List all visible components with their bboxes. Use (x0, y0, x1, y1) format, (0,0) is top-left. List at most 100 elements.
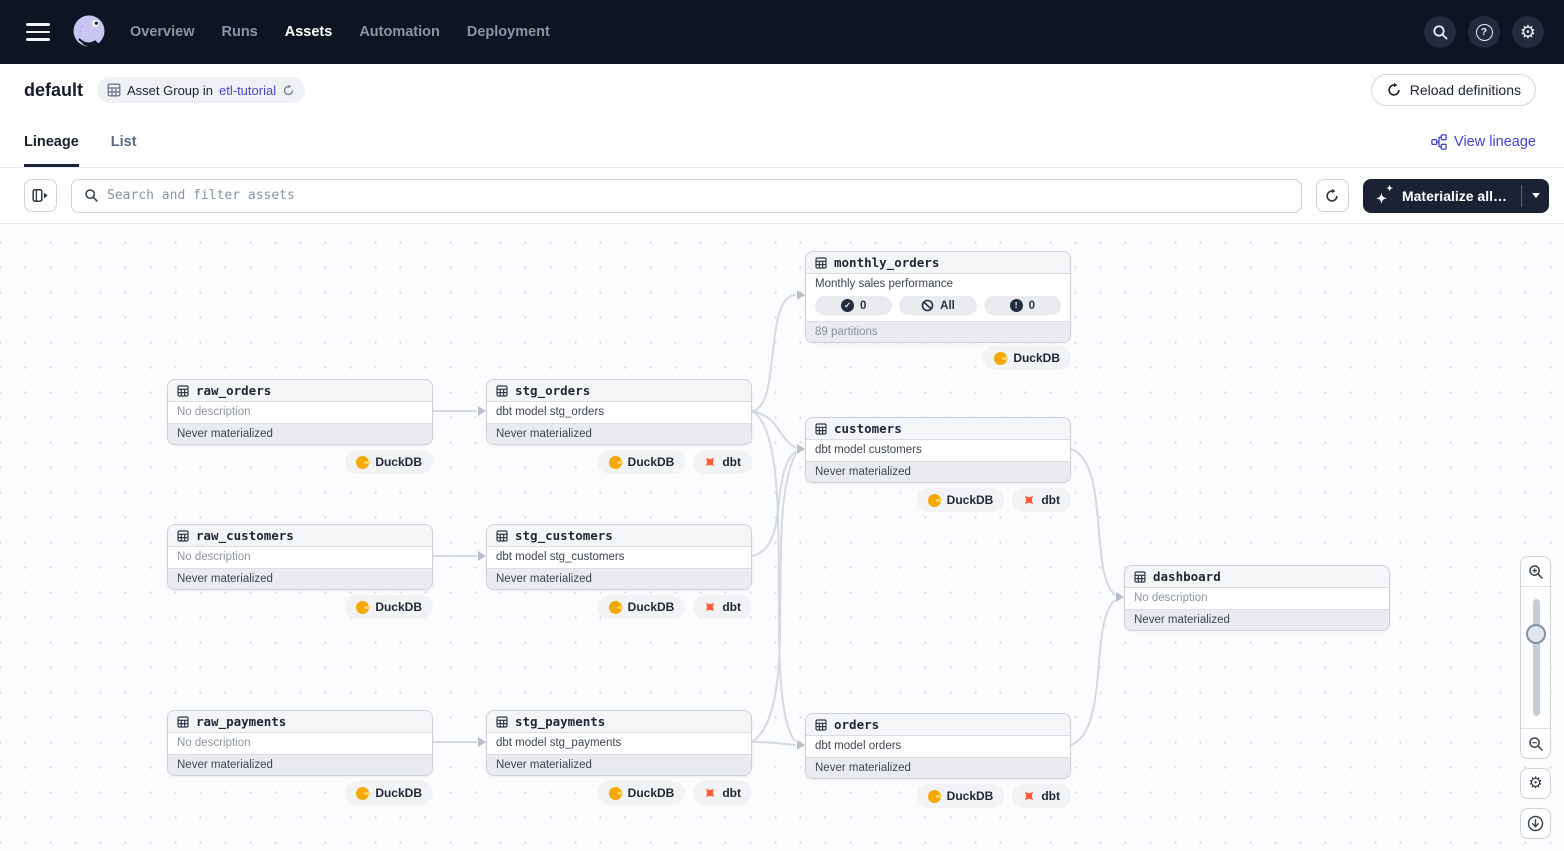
duckdb-badge[interactable]: DuckDB (598, 781, 686, 805)
duckdb-badge[interactable]: DuckDB (345, 450, 433, 474)
reload-definitions-button[interactable]: Reload definitions (1371, 74, 1536, 106)
dbt-icon (1023, 790, 1035, 802)
asset-badges: DuckDB dbt (486, 595, 752, 619)
duckdb-icon (928, 494, 941, 507)
asset-node-monthly-orders[interactable]: monthly_orders Monthly sales performance… (805, 251, 1071, 343)
view-lineage-link[interactable]: View lineage (1431, 134, 1536, 150)
nav-item-runs[interactable]: Runs (222, 24, 258, 40)
nav-item-deployment[interactable]: Deployment (467, 24, 550, 40)
asset-description: No description (168, 733, 432, 754)
graph-settings-button[interactable]: ⚙ (1520, 768, 1551, 799)
materialized-count-pill[interactable]: ✓ 0 (815, 296, 892, 315)
search-input[interactable] (107, 188, 1289, 203)
asset-status: Never materialized (1125, 609, 1389, 630)
duckdb-icon (609, 456, 622, 469)
refresh-icon (1324, 188, 1340, 204)
materialize-options-button[interactable] (1522, 179, 1549, 213)
asset-badges: DuckDB dbt (486, 450, 752, 474)
asset-description: No description (1125, 588, 1389, 609)
table-icon (496, 385, 508, 397)
duckdb-badge[interactable]: DuckDB (598, 450, 686, 474)
dbt-badge[interactable]: dbt (1012, 784, 1071, 808)
dbt-badge[interactable]: dbt (693, 781, 752, 805)
dbt-icon (1023, 494, 1035, 506)
table-icon (496, 530, 508, 542)
dagster-logo-icon[interactable] (70, 13, 108, 51)
dbt-icon (704, 456, 716, 468)
nav-item-assets[interactable]: Assets (285, 24, 333, 40)
asset-node-stg-customers[interactable]: stg_customers dbt model stg_customers Ne… (486, 524, 752, 590)
tab-lineage[interactable]: Lineage (24, 116, 79, 167)
missing-partitions-pill[interactable]: All (899, 296, 976, 315)
asset-name: monthly_orders (834, 255, 939, 270)
slash-circle-icon (921, 299, 934, 312)
nav-item-overview[interactable]: Overview (130, 24, 195, 40)
asset-node-customers[interactable]: customers dbt model customers Never mate… (805, 417, 1071, 483)
zoom-slider-handle[interactable] (1526, 624, 1546, 644)
dbt-badge[interactable]: dbt (693, 595, 752, 619)
asset-node-raw-orders[interactable]: raw_orders No description Never material… (167, 379, 433, 445)
top-nav-bar: Overview Runs Assets Automation Deployme… (0, 0, 1564, 64)
asset-status: Never materialized (806, 757, 1070, 778)
zoom-out-button[interactable] (1521, 728, 1550, 758)
asset-description: No description (168, 402, 432, 423)
table-icon (1134, 571, 1146, 583)
duckdb-badge[interactable]: DuckDB (983, 346, 1071, 370)
refresh-graph-button[interactable] (1316, 179, 1349, 212)
asset-badges: DuckDB (167, 450, 433, 474)
asset-description: dbt model orders (806, 736, 1070, 757)
asset-status: 89 partitions (806, 321, 1070, 342)
duckdb-badge[interactable]: DuckDB (345, 781, 433, 805)
reload-icon (1386, 82, 1402, 98)
asset-node-orders[interactable]: orders dbt model orders Never materializ… (805, 713, 1071, 779)
hamburger-menu-icon[interactable] (26, 23, 50, 41)
help-button[interactable]: ? (1468, 16, 1500, 48)
sparkles-icon: ✦✦ (1376, 187, 1393, 204)
asset-status: Never materialized (487, 423, 751, 444)
zoom-slider-track[interactable] (1533, 599, 1540, 716)
duckdb-badge[interactable]: DuckDB (917, 784, 1005, 808)
asset-badges: DuckDB dbt (805, 488, 1071, 512)
asset-description: dbt model stg_customers (487, 547, 751, 568)
duckdb-icon (928, 790, 941, 803)
check-circle-icon: ✓ (841, 299, 854, 312)
table-icon (496, 716, 508, 728)
lineage-canvas[interactable]: raw_orders No description Never material… (0, 224, 1564, 851)
table-icon (177, 385, 189, 397)
asset-node-raw-customers[interactable]: raw_customers No description Never mater… (167, 524, 433, 590)
duckdb-badge[interactable]: DuckDB (345, 595, 433, 619)
asset-node-stg-payments[interactable]: stg_payments dbt model stg_payments Neve… (486, 710, 752, 776)
code-location-link[interactable]: etl-tutorial (219, 83, 276, 98)
nav-item-automation[interactable]: Automation (359, 24, 440, 40)
edge (752, 295, 796, 411)
asset-node-stg-orders[interactable]: stg_orders dbt model stg_orders Never ma… (486, 379, 752, 445)
download-circle-icon (1527, 815, 1544, 832)
duckdb-icon (994, 352, 1007, 365)
materialize-all-button[interactable]: ✦✦ Materialize all… (1363, 179, 1521, 213)
toggle-sidebar-button[interactable] (24, 179, 57, 212)
zoom-in-button[interactable] (1521, 557, 1550, 587)
duckdb-badge[interactable]: DuckDB (598, 595, 686, 619)
asset-status: Never materialized (487, 754, 751, 775)
refresh-icon[interactable] (282, 84, 295, 97)
search-button[interactable] (1424, 16, 1456, 48)
zoom-slider (1521, 587, 1550, 728)
tabs-row: Lineage List View lineage (0, 116, 1564, 168)
settings-button[interactable]: ⚙ (1512, 16, 1544, 48)
edge (752, 742, 796, 745)
asset-name: raw_customers (196, 528, 294, 543)
duckdb-badge[interactable]: DuckDB (917, 488, 1005, 512)
dbt-badge[interactable]: dbt (1012, 488, 1071, 512)
table-icon (815, 257, 827, 269)
asset-description: dbt model customers (806, 440, 1070, 461)
asset-node-dashboard[interactable]: dashboard No description Never materiali… (1124, 565, 1390, 631)
table-icon (177, 530, 189, 542)
page-header: default Asset Group in etl-tutorial Relo… (0, 64, 1564, 116)
failed-count-pill[interactable]: ! 0 (984, 296, 1061, 315)
edge (1071, 449, 1115, 595)
asset-node-raw-payments[interactable]: raw_payments No description Never materi… (167, 710, 433, 776)
duckdb-icon (609, 787, 622, 800)
tab-list[interactable]: List (111, 116, 137, 167)
download-graph-button[interactable] (1520, 808, 1551, 839)
dbt-badge[interactable]: dbt (693, 450, 752, 474)
